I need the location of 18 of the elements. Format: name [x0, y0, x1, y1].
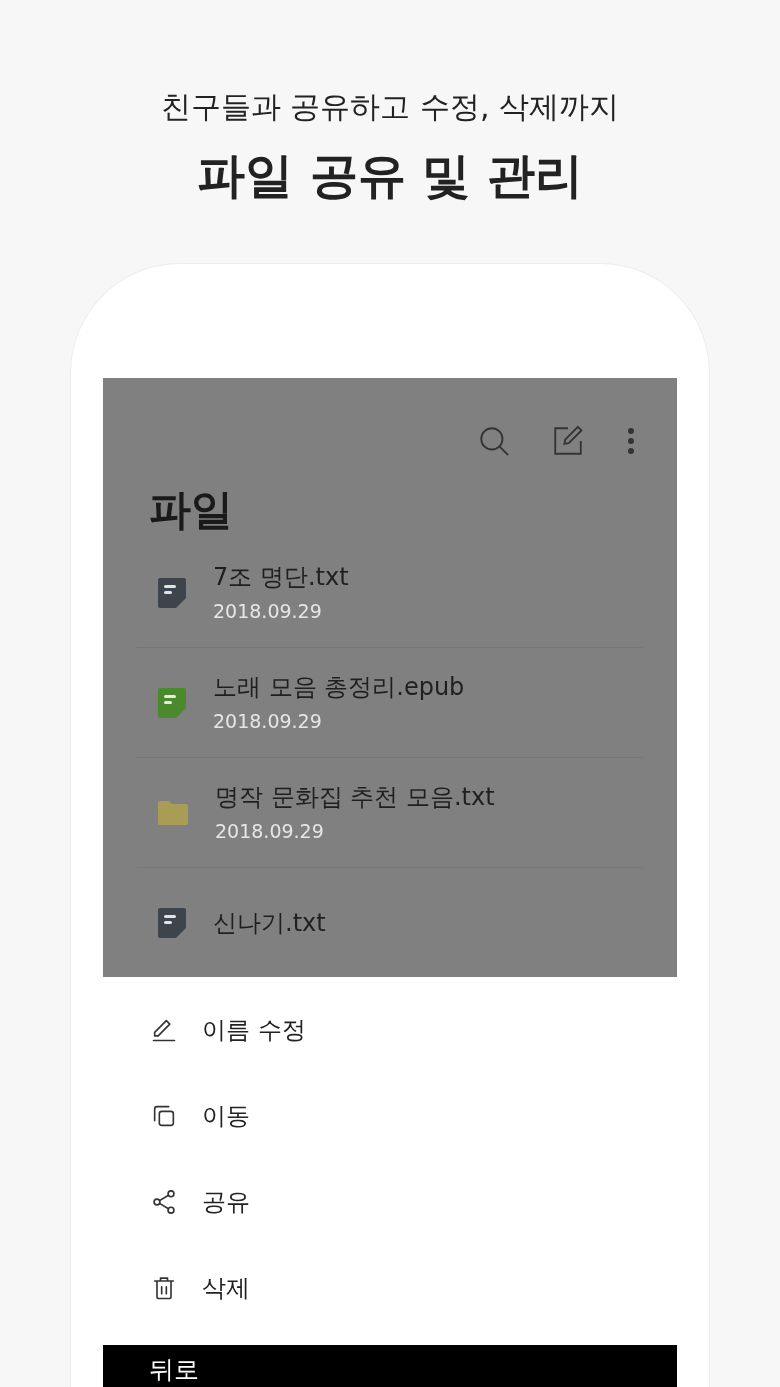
promo-subtitle: 친구들과 공유하고 수정, 삭제까지	[160, 88, 620, 126]
compose-icon[interactable]	[551, 424, 585, 458]
action-item[interactable]: 공유	[103, 1159, 677, 1245]
file-name[interactable]: 노래 모음 총정리.epub	[213, 671, 465, 702]
action-item[interactable]: 이동	[103, 1073, 677, 1159]
file-name[interactable]: 신나기.txt	[213, 907, 326, 938]
file-date: 2018.09.29	[215, 818, 325, 844]
action-item[interactable]: 이름 수정	[103, 987, 677, 1073]
file-name[interactable]: 명작 문화집 추천 모음.txt	[215, 781, 495, 812]
screen-title: 파일	[149, 484, 234, 536]
file-date: 2018.09.29	[213, 708, 323, 734]
search-icon[interactable]	[477, 424, 511, 458]
file-date: 2018.09.29	[213, 598, 323, 624]
promo-title: 파일 공유 및 관리	[196, 146, 584, 205]
file-name[interactable]: 7조 명단.txt	[213, 561, 349, 592]
back-button[interactable]: 뒤로	[103, 1345, 677, 1387]
action-item[interactable]: 삭제	[103, 1245, 677, 1331]
share-icon	[150, 1188, 178, 1216]
